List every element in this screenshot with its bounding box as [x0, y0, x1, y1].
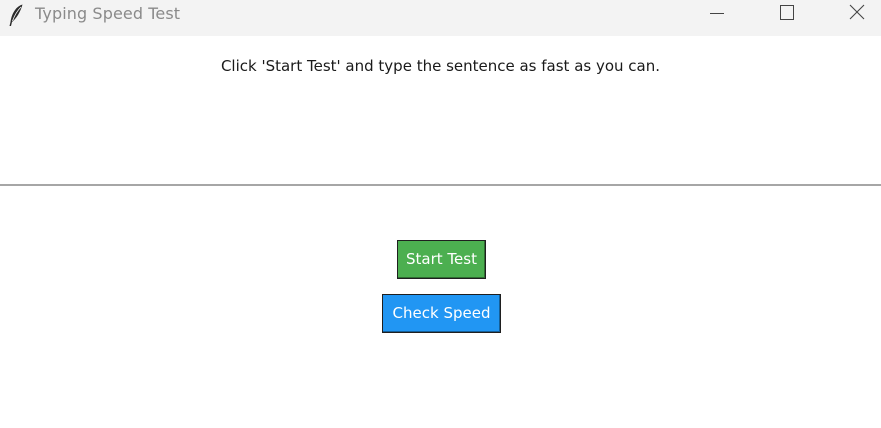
feather-icon	[7, 3, 25, 27]
title-bar[interactable]: Typing Speed Test	[0, 0, 881, 36]
close-button[interactable]	[834, 0, 880, 30]
minimize-icon	[710, 13, 724, 14]
instruction-label: Click 'Start Test' and type the sentence…	[220, 57, 661, 75]
divider	[0, 184, 881, 186]
start-test-button[interactable]: Start Test	[397, 240, 486, 279]
check-speed-button[interactable]: Check Speed	[382, 294, 501, 333]
close-icon	[849, 4, 865, 20]
window-title: Typing Speed Test	[35, 4, 181, 23]
maximize-icon	[780, 5, 794, 20]
maximize-button[interactable]	[764, 0, 810, 30]
minimize-button[interactable]	[694, 0, 740, 30]
app-window: Typing Speed Test Click 'Start Test' and…	[0, 0, 881, 428]
